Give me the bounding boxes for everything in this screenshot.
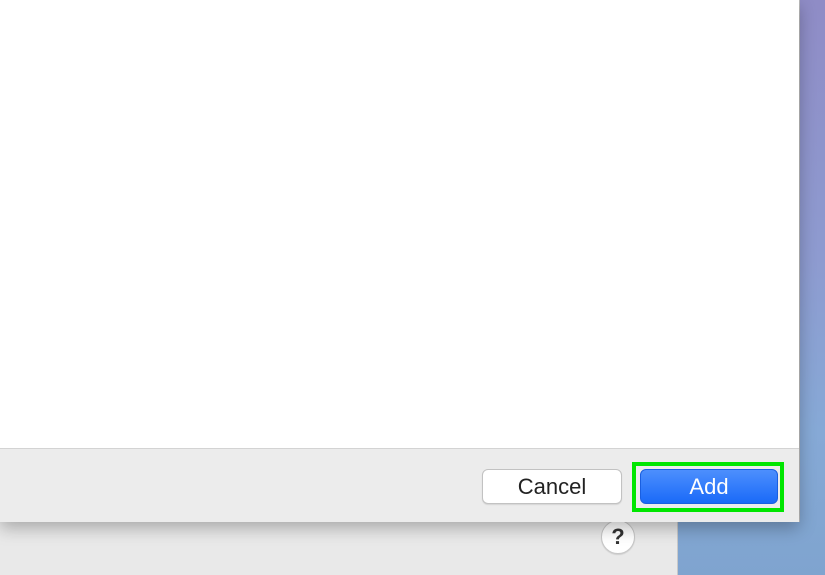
add-button-label: Add <box>689 473 729 499</box>
add-button[interactable]: Add <box>640 469 778 504</box>
cancel-button-label: Cancel <box>517 473 587 499</box>
cancel-button[interactable]: Cancel <box>482 469 622 504</box>
sheet-footer: Cancel Add <box>0 448 799 522</box>
sheet-content-area <box>0 0 799 448</box>
help-button[interactable]: ? <box>601 520 635 554</box>
help-icon: ? <box>611 524 625 549</box>
add-sheet-dialog: Cancel Add <box>0 0 799 522</box>
